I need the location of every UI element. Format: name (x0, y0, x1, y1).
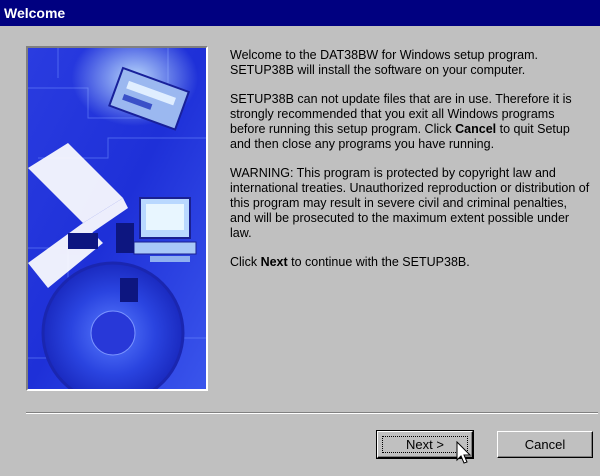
copyright-warning-paragraph: WARNING: This program is protected by co… (230, 166, 590, 240)
intro-paragraph: Welcome to the DAT38BW for Windows setup… (230, 48, 538, 77)
next-button-label: Next > (406, 436, 444, 452)
cancel-button[interactable]: Cancel (497, 431, 593, 458)
in-use-warning-paragraph: SETUP38B can not update files that are i… (230, 92, 590, 152)
cancel-emphasis: Cancel (455, 122, 497, 136)
setup-welcome-window: Welcome Welcome to the DAT38BW for Windo… (0, 0, 600, 476)
mouse-pointer-icon (456, 441, 472, 464)
continue-text-end: to continue with the SETUP38B. (287, 255, 470, 269)
window-title: Welcome (4, 5, 66, 21)
next-emphasis: Next (260, 255, 288, 269)
continue-paragraph: Click Next to continue with the SETUP38B… (230, 255, 590, 270)
footer-divider (26, 412, 598, 414)
setup-banner-image (26, 46, 208, 391)
cancel-button-label: Cancel (524, 436, 566, 452)
title-bar: Welcome (0, 0, 600, 26)
continue-text-start: Click (230, 255, 261, 269)
welcome-message: Welcome to the DAT38BW for Windows setup… (230, 48, 590, 284)
